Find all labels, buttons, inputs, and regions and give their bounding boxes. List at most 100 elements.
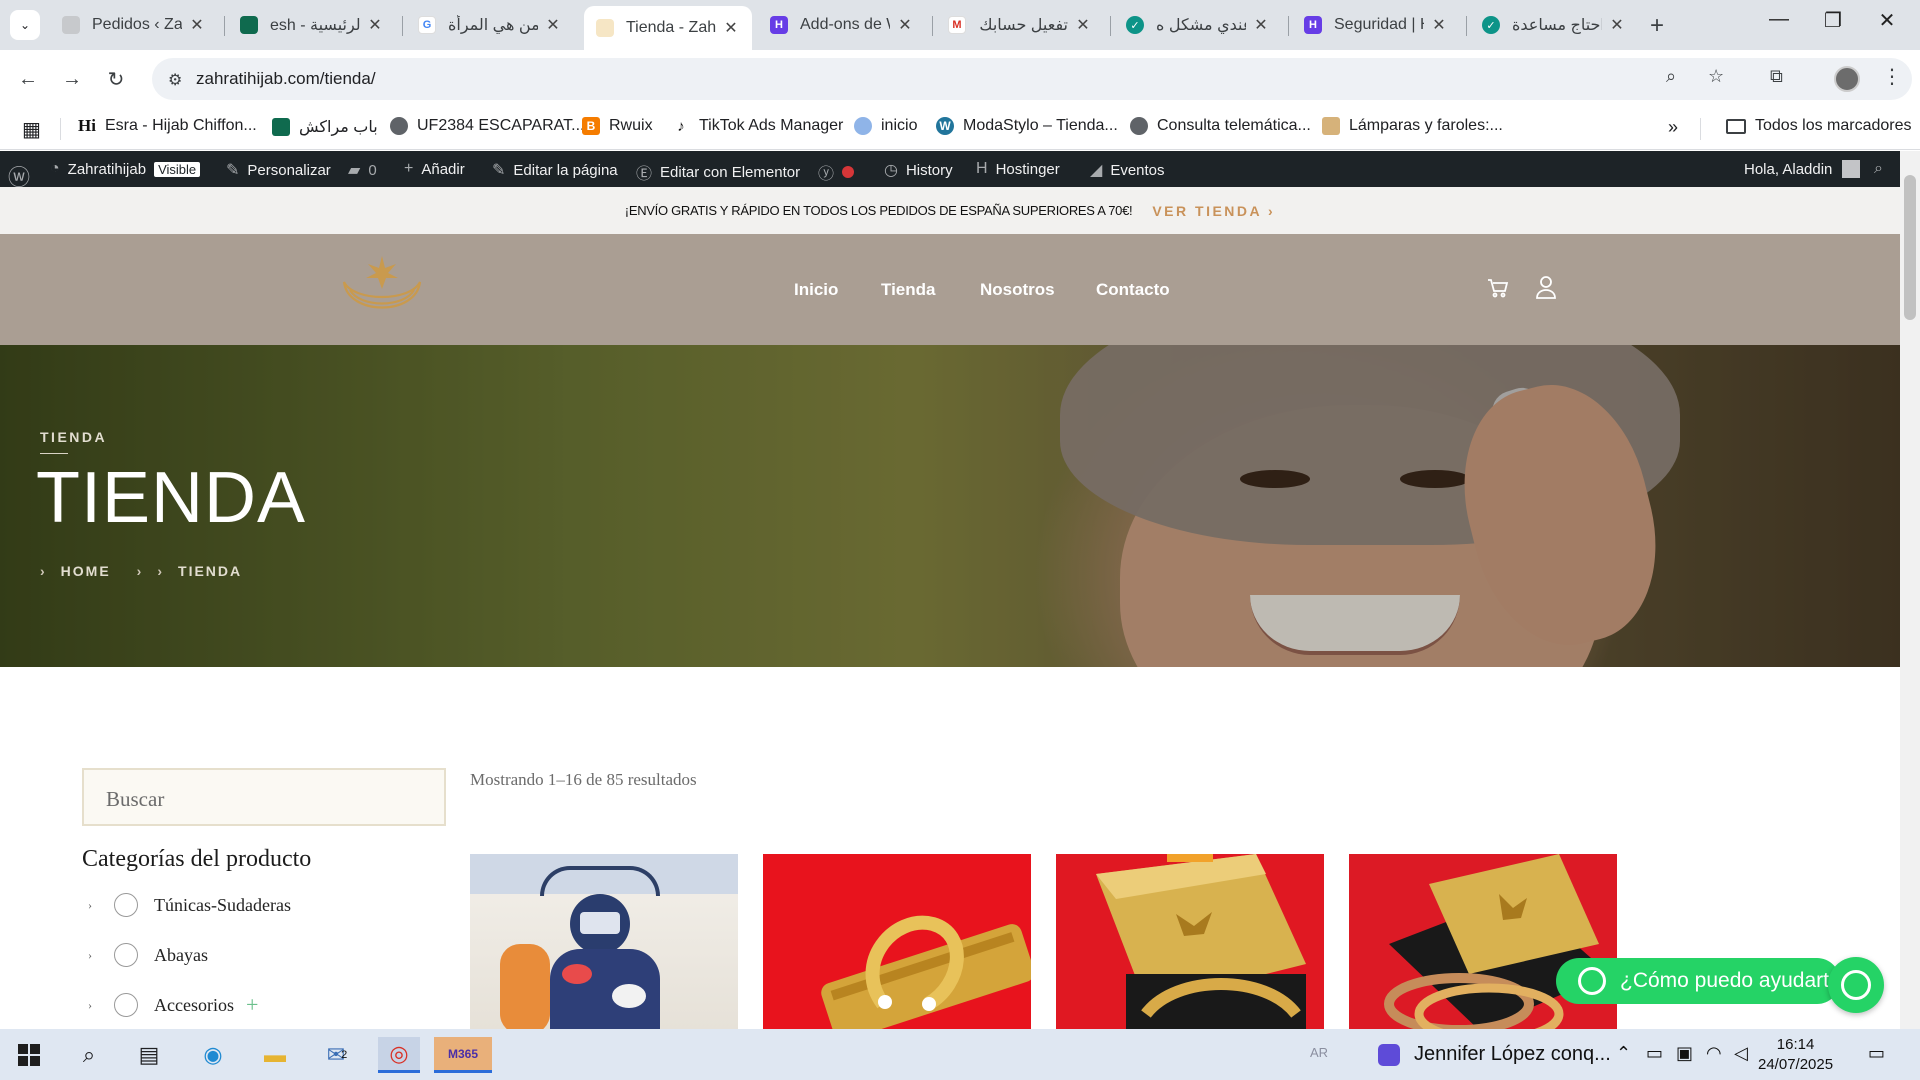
admin-hostinger[interactable]: H Hostinger (976, 160, 1060, 178)
nav-tienda[interactable]: Tienda (881, 280, 935, 300)
bookmark-tiktok[interactable]: ♪ TikTok Ads Manager (672, 117, 843, 135)
back-button[interactable]: ← (12, 63, 44, 95)
url-text[interactable]: zahratihijab.com/tienda/ (196, 69, 376, 89)
category-radio[interactable] (114, 893, 138, 917)
admin-account[interactable]: Hola, Aladdin (1744, 160, 1861, 178)
bookmark-lamparas[interactable]: Lámparas y faroles:... (1322, 117, 1503, 135)
tab-addons[interactable]: H Add-ons de W ✕ (758, 6, 926, 44)
security-icon[interactable]: ▣ (1676, 1043, 1693, 1064)
user-account-icon[interactable] (1534, 274, 1558, 306)
admin-seo[interactable]: ⓨ (818, 160, 855, 184)
input-language[interactable]: AR (1310, 1045, 1328, 1060)
clock[interactable]: 16:14 24/07/2025 (1758, 1035, 1833, 1075)
close-tab-icon[interactable]: ✕ (896, 15, 914, 35)
zoom-icon[interactable]: ⌕ (1666, 66, 1676, 87)
whatsapp-chat-pill[interactable]: ¿Cómo puedo ayudarte? (1556, 958, 1840, 1004)
breadcrumb-home[interactable]: HOME (61, 563, 111, 579)
product-card[interactable] (470, 854, 738, 1030)
category-item[interactable]: › Abayas (88, 943, 208, 967)
tab-esh[interactable]: esh - الرئيسية ✕ (228, 6, 396, 44)
nav-nosotros[interactable]: Nosotros (980, 280, 1055, 300)
tab-pedidos[interactable]: Pedidos ‹ Zah ✕ (50, 6, 218, 44)
tab-tienda[interactable]: Tienda - Zahr ✕ (584, 6, 752, 50)
site-info-icon[interactable]: ⚙ (168, 70, 182, 90)
bookmark-rwuix[interactable]: B Rwuix (582, 117, 653, 135)
tab-support-2[interactable]: ✓ احتاج مساعدة ✕ (1470, 6, 1638, 44)
notifications-icon[interactable]: ▭ (1868, 1043, 1885, 1064)
chevron-right-icon[interactable]: › (88, 948, 102, 963)
close-tab-icon[interactable]: ✕ (1252, 15, 1270, 35)
admin-history[interactable]: ◷ History (884, 160, 953, 180)
more-bookmarks-icon[interactable]: » (1668, 117, 1678, 138)
minimize-button[interactable]: — (1756, 8, 1802, 31)
category-item[interactable]: › Accesorios + (88, 992, 258, 1018)
close-tab-icon[interactable]: ✕ (1608, 15, 1626, 35)
scrollbar-thumb[interactable] (1904, 175, 1916, 320)
start-icon[interactable] (8, 1037, 50, 1073)
tab-gmail[interactable]: M تفعيل حسابك ✕ (936, 6, 1104, 44)
whatsapp-button[interactable] (1828, 957, 1884, 1013)
admin-comments[interactable]: ▰ 0 (348, 160, 377, 180)
edge-icon[interactable]: ◉ (192, 1037, 234, 1073)
restore-button[interactable]: ❐ (1810, 8, 1856, 33)
search-input[interactable]: Buscar (82, 768, 446, 826)
m365-icon[interactable]: M365 (434, 1037, 492, 1073)
tab-search-button[interactable]: ⌄ (10, 10, 40, 40)
chevron-right-icon[interactable]: › (88, 898, 102, 913)
chrome-icon[interactable]: ◎ (378, 1037, 420, 1073)
extensions-icon[interactable]: ⧉ (1770, 66, 1783, 87)
admin-edit-elementor[interactable]: Ⓔ Editar con Elementor (636, 160, 800, 184)
volume-icon[interactable]: ◁ (1734, 1043, 1748, 1064)
task-view-icon[interactable]: ▤ (128, 1037, 170, 1073)
close-tab-icon[interactable]: ✕ (366, 15, 384, 35)
battery-icon[interactable]: ▭ (1646, 1043, 1663, 1064)
nav-inicio[interactable]: Inicio (794, 280, 838, 300)
forward-button[interactable]: → (56, 63, 88, 95)
zahrati-logo[interactable] (334, 254, 430, 330)
close-tab-icon[interactable]: ✕ (188, 15, 206, 35)
close-window-button[interactable]: ✕ (1864, 8, 1910, 33)
bookmark-consulta[interactable]: Consulta telemática... (1130, 117, 1311, 135)
wifi-icon[interactable]: ◠ (1706, 1043, 1722, 1064)
bookmark-star-icon[interactable]: ☆ (1708, 66, 1724, 87)
chevron-right-icon[interactable]: › (88, 998, 102, 1013)
category-radio[interactable] (114, 943, 138, 967)
ver-tienda-link[interactable]: VER TIENDA › (1152, 203, 1275, 219)
category-item[interactable]: › Túnicas-Sudaderas (88, 893, 291, 917)
address-bar[interactable] (152, 58, 1912, 100)
menu-icon[interactable]: ⋮ (1882, 64, 1902, 89)
admin-customize[interactable]: ✎ Personalizar (226, 160, 331, 180)
product-card[interactable] (1056, 854, 1324, 1030)
tab-seguridad[interactable]: H Seguridad | H ✕ (1292, 6, 1460, 44)
admin-edit-page[interactable]: ✎ Editar la página (492, 160, 618, 180)
bookmark-esra[interactable]: Hi Esra - Hijab Chiffon... (78, 116, 257, 135)
search-icon[interactable]: ⌕ (68, 1037, 110, 1073)
mail-icon[interactable]: ✉ 2 (316, 1037, 358, 1073)
apps-icon[interactable]: ▦ (22, 117, 41, 142)
tab-support-1[interactable]: ✓ عندي مشكل ه ✕ (1114, 6, 1282, 44)
close-tab-icon[interactable]: ✕ (722, 18, 740, 38)
new-tab-button[interactable]: + (1650, 12, 1664, 40)
nav-contacto[interactable]: Contacto (1096, 280, 1170, 300)
tray-expand-icon[interactable]: ⌃ (1616, 1043, 1631, 1064)
close-tab-icon[interactable]: ✕ (1074, 15, 1092, 35)
category-radio[interactable] (114, 993, 138, 1017)
reload-button[interactable]: ↻ (100, 63, 132, 95)
tab-google[interactable]: G من هي المرأة ✕ (406, 6, 574, 44)
admin-add-new[interactable]: + Añadir (404, 160, 465, 178)
profile-avatar[interactable] (1834, 66, 1860, 92)
media-widget[interactable]: Jennifer López conq... (1378, 1043, 1611, 1066)
bookmark-inicio[interactable]: inicio (854, 117, 917, 135)
product-card[interactable] (763, 854, 1031, 1030)
admin-site-link[interactable]: ◔ Zahratihijab Visible (50, 160, 201, 178)
expand-plus-icon[interactable]: + (246, 992, 258, 1018)
cart-icon[interactable] (1486, 276, 1510, 306)
close-tab-icon[interactable]: ✕ (1430, 15, 1448, 35)
admin-events[interactable]: ◢ Eventos (1090, 160, 1165, 180)
admin-search-icon[interactable]: ⌕ (1874, 160, 1891, 178)
close-tab-icon[interactable]: ✕ (544, 15, 562, 35)
bookmark-bab-marrakech[interactable]: باب مراكش (272, 117, 378, 137)
all-bookmarks-folder[interactable]: Todos los marcadores (1726, 117, 1912, 135)
bookmark-modastylo[interactable]: W ModaStylo – Tienda... (936, 117, 1118, 135)
bookmark-uf2384[interactable]: UF2384 ESCAPARAT... (390, 117, 584, 135)
